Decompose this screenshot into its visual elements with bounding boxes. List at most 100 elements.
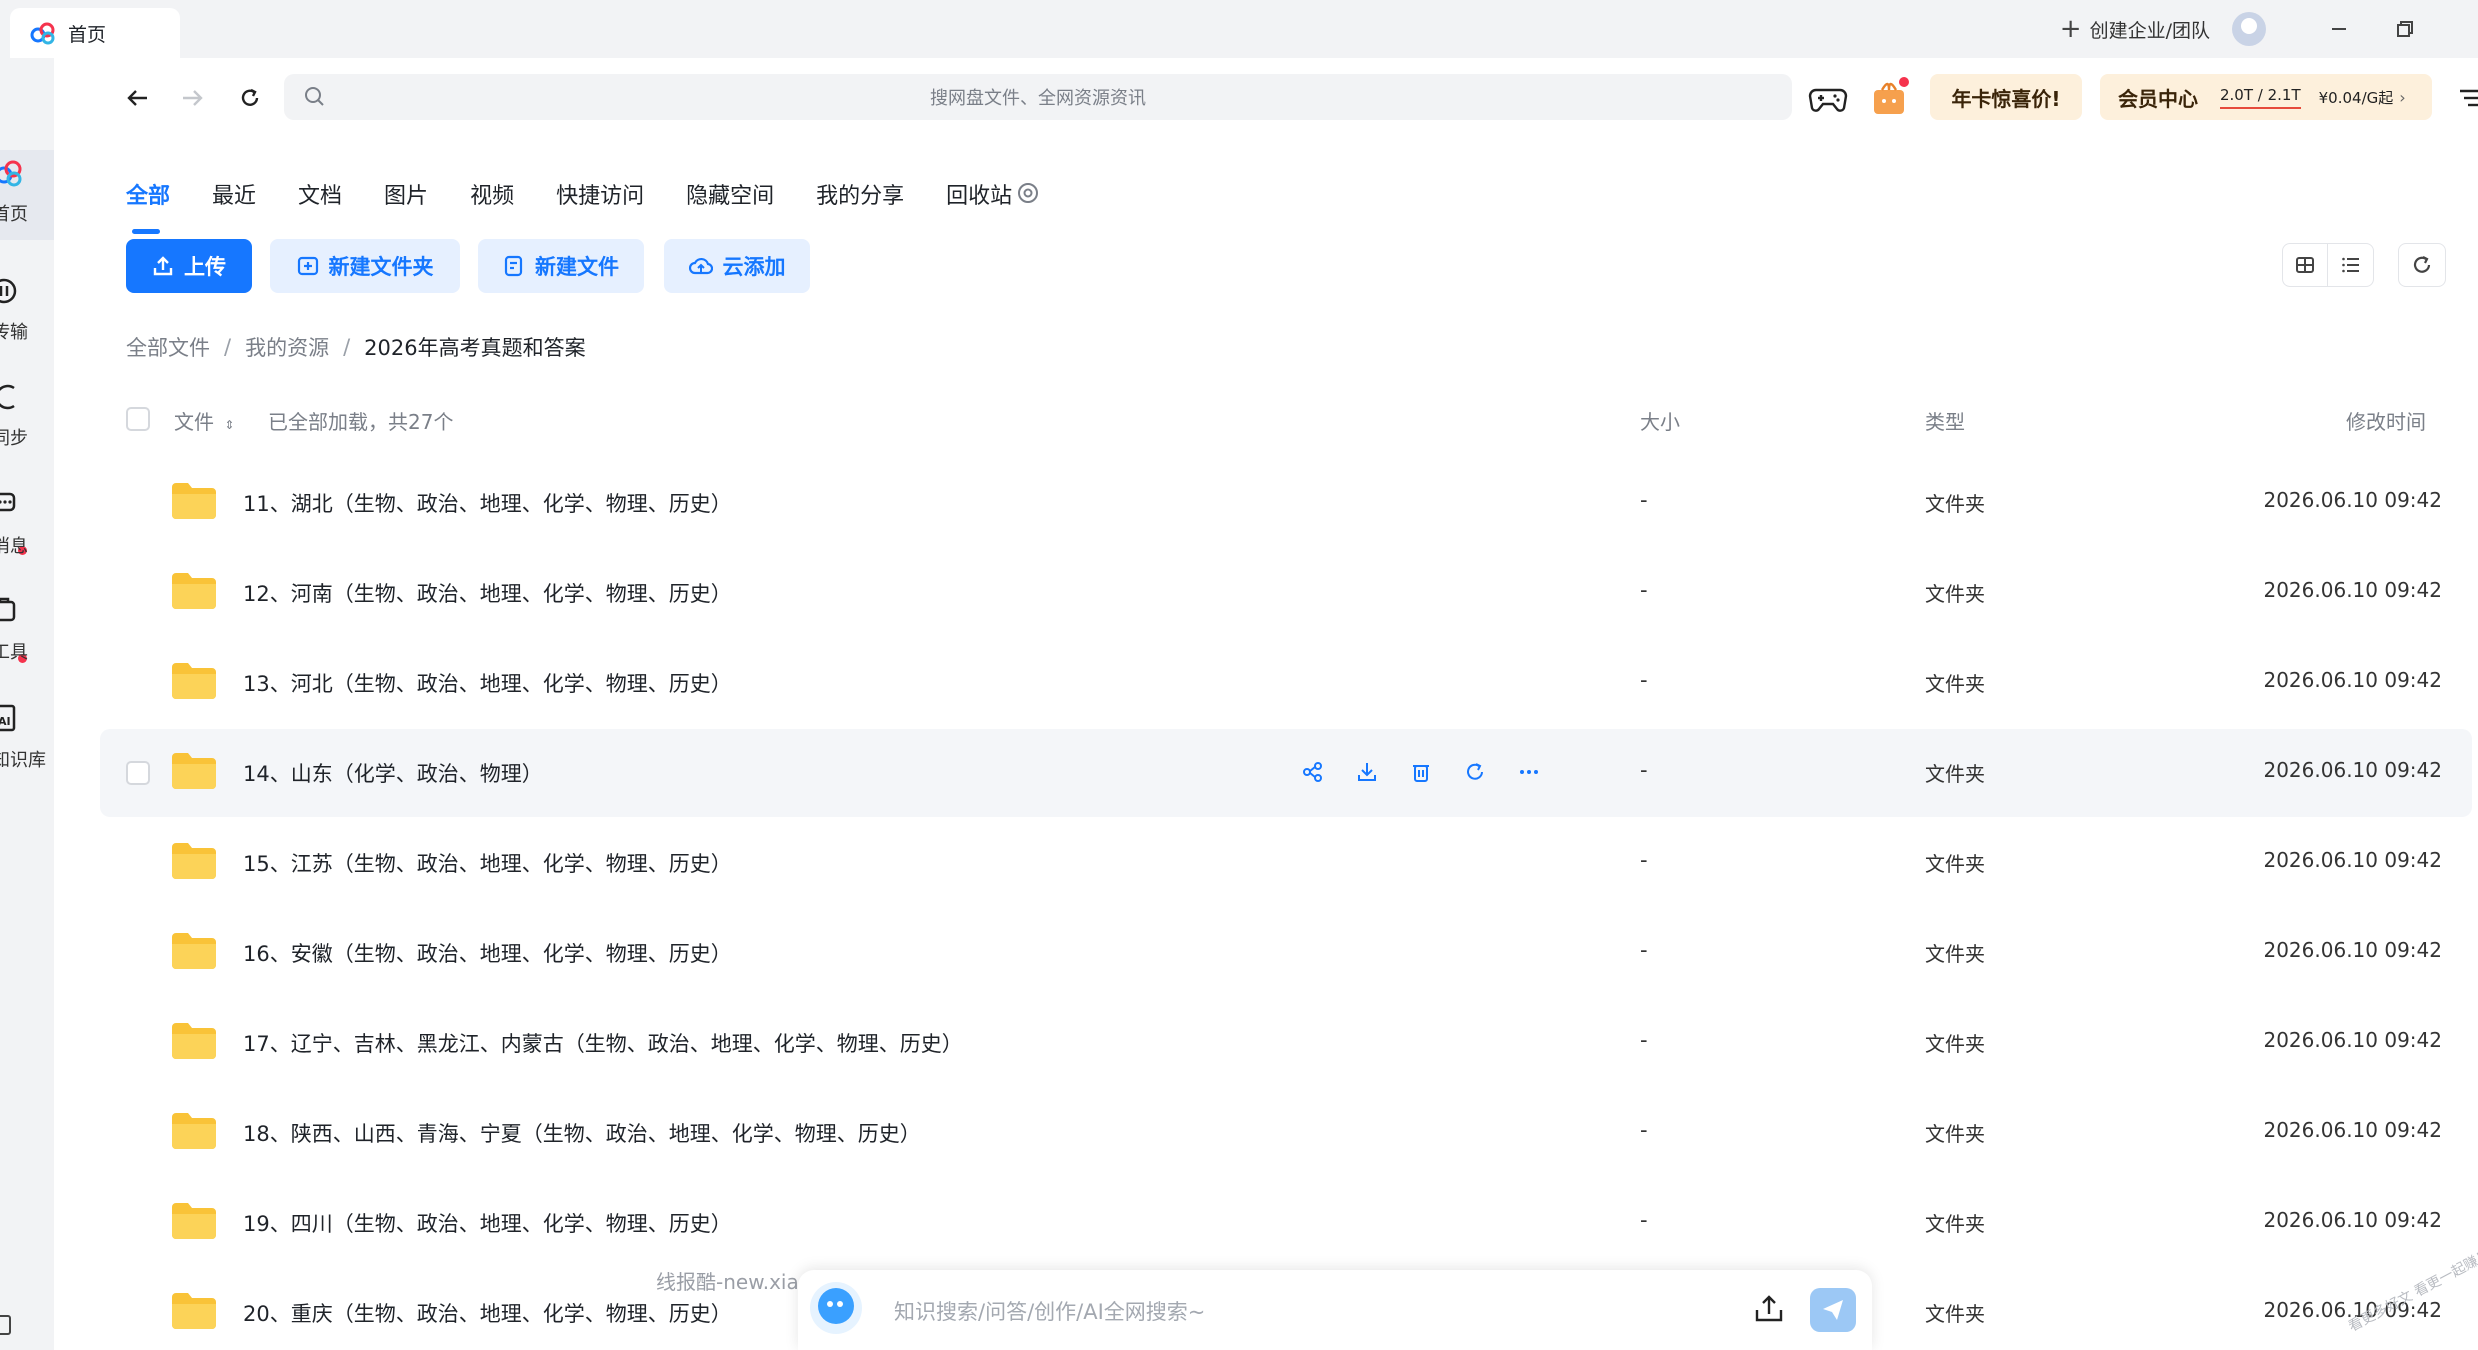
ai-search-bar[interactable]: 知识搜索/问答/创作/AI全网搜索~ (798, 1270, 1872, 1350)
gamepad-icon[interactable] (1808, 80, 1848, 116)
send-icon (1823, 1300, 1843, 1320)
column-modified-time[interactable]: 修改时间 (2346, 406, 2426, 435)
tab-all[interactable]: 全部 (126, 178, 170, 234)
tab-settings-icon[interactable] (1016, 181, 1040, 205)
breadcrumb-root[interactable]: 全部文件 (126, 332, 210, 362)
load-status: 已全部加载，共27个 (268, 410, 454, 434)
share-button[interactable] (1298, 757, 1328, 787)
tab-recent[interactable]: 最近 (212, 178, 256, 222)
sync-button[interactable] (1460, 757, 1490, 787)
file-name[interactable]: 19、四川（生物、政治、地理、化学、物理、历史） (243, 1208, 732, 1238)
forward-button[interactable] (172, 78, 212, 118)
table-row[interactable]: 18、陕西、山西、青海、宁夏（生物、政治、地理、化学、物理、历史） - 文件夹 202… (100, 1089, 2472, 1177)
file-name[interactable]: 16、安徽（生物、政治、地理、化学、物理、历史） (243, 938, 732, 968)
file-modified-time: 2026.06.10 09:42 (2263, 1208, 2442, 1232)
table-row[interactable]: 19、四川（生物、政治、地理、化学、物理、历史） - 文件夹 2026.06.10 0… (100, 1179, 2472, 1267)
folder-icon (172, 1203, 216, 1239)
home-logo-icon (0, 160, 22, 187)
row-actions (1298, 757, 1568, 787)
new-file-label: 新建文件 (535, 255, 619, 279)
file-modified-time: 2026.06.10 09:42 (2263, 488, 2442, 512)
refresh-button[interactable] (2398, 243, 2446, 287)
device-icon[interactable] (0, 1314, 16, 1338)
titlebar-controls: + 创建企业/团队 (2060, 0, 2438, 58)
list-view-button[interactable] (2328, 244, 2373, 286)
tab-home[interactable]: 首页 (10, 8, 180, 58)
sidebar-item-tools[interactable]: 工具 (0, 586, 54, 676)
share-icon (1303, 762, 1322, 782)
title-bar: 首页 + 创建企业/团队 (0, 0, 2478, 58)
new-folder-button[interactable]: 新建文件夹 (270, 239, 460, 293)
reload-button[interactable] (230, 78, 270, 118)
column-type[interactable]: 类型 (1925, 406, 1965, 435)
file-name[interactable]: 18、陕西、山西、青海、宁夏（生物、政治、地理、化学、物理、历史） (243, 1118, 921, 1148)
tab-documents[interactable]: 文档 (298, 178, 342, 222)
vip-center-button[interactable]: 会员中心 2.0T / 2.1T ¥0.04/G起 › (2100, 74, 2432, 120)
file-name[interactable]: 11、湖北（生物、政治、地理、化学、物理、历史） (243, 488, 732, 518)
sidebar-item-sync[interactable]: 同步 (0, 374, 54, 464)
table-row[interactable]: 13、河北（生物、政治、地理、化学、物理、历史） - 文件夹 2026.06.10 0… (100, 639, 2472, 727)
tab-images[interactable]: 图片 (384, 178, 428, 222)
table-row[interactable]: 12、河南（生物、政治、地理、化学、物理、历史） - 文件夹 2026.06.10 0… (100, 549, 2472, 637)
file-name[interactable]: 13、河北（生物、政治、地理、化学、物理、历史） (243, 668, 732, 698)
sidebar-item-label: 工具 (0, 642, 28, 663)
annual-promo-button[interactable]: 年卡惊喜价! (1930, 74, 2082, 120)
file-name[interactable]: 20、重庆（生物、政治、地理、化学、物理、历史） (243, 1298, 732, 1328)
avatar[interactable] (2232, 12, 2266, 46)
tab-my-shares[interactable]: 我的分享 (816, 178, 904, 222)
tab-recycle-bin[interactable]: 回收站 (946, 178, 1012, 222)
reload-icon (241, 88, 259, 106)
search-input[interactable]: 搜网盘文件、全网资源资讯 (284, 74, 1792, 120)
table-row[interactable]: 11、湖北（生物、政治、地理、化学、物理、历史） - 文件夹 2026.06.10 0… (100, 459, 2472, 547)
more-button[interactable] (1514, 757, 1544, 787)
file-name[interactable]: 14、山东（化学、政治、物理） (243, 758, 543, 788)
minimize-button[interactable] (2306, 0, 2372, 58)
table-row[interactable]: 17、辽宁、吉林、黑龙江、内蒙古（生物、政治、地理、化学、物理、历史） - 文件夹 2… (100, 999, 2472, 1087)
view-toggle (2282, 243, 2374, 287)
back-button[interactable] (118, 78, 158, 118)
create-team-label: 创建企业/团队 (2089, 19, 2210, 42)
new-file-button[interactable]: 新建文件 (478, 239, 644, 293)
send-button[interactable] (1810, 1288, 1856, 1332)
sidebar-item-home[interactable]: 首页 (0, 150, 54, 240)
grid-icon (2296, 257, 2314, 273)
column-file[interactable]: 文件 ⇕ (174, 406, 234, 435)
file-type: 文件夹 (1925, 672, 1985, 696)
sidebar-item-ai-library[interactable]: AI 知识库 (0, 694, 54, 784)
tab-videos[interactable]: 视频 (470, 178, 514, 222)
file-type: 文件夹 (1925, 852, 1985, 876)
select-all-checkbox[interactable] (126, 407, 150, 431)
cloud-upload-icon (688, 257, 713, 275)
breadcrumb-my-resources[interactable]: 我的资源 (245, 332, 329, 362)
sidebar-item-label: 首页 (0, 204, 28, 225)
cloud-add-button[interactable]: 云添加 (664, 239, 810, 293)
tab-hidden-space[interactable]: 隐藏空间 (686, 178, 774, 222)
file-name[interactable]: 12、河南（生物、政治、地理、化学、物理、历史） (243, 578, 732, 608)
upload-button[interactable]: 上传 (126, 239, 252, 293)
tab-quick-access[interactable]: 快捷访问 (556, 178, 644, 222)
row-checkbox[interactable] (126, 761, 150, 785)
file-size: - (1640, 1118, 1648, 1142)
folder-icon (172, 483, 216, 519)
file-size: - (1640, 668, 1648, 692)
gift-icon[interactable] (1870, 76, 1910, 118)
restore-button[interactable] (2372, 0, 2438, 58)
menu-icon[interactable] (2458, 86, 2478, 110)
download-button[interactable] (1352, 757, 1382, 787)
delete-button[interactable] (1406, 757, 1436, 787)
table-row[interactable]: 16、安徽（生物、政治、地理、化学、物理、历史） - 文件夹 2026.06.10 0… (100, 909, 2472, 997)
column-size[interactable]: 大小 (1640, 406, 1680, 435)
upload-icon (153, 256, 173, 276)
file-type: 文件夹 (1925, 492, 1985, 516)
file-name[interactable]: 17、辽宁、吉林、黑龙江、内蒙古（生物、政治、地理、化学、物理、历史） (243, 1028, 963, 1058)
create-team-button[interactable]: + 创建企业/团队 (2060, 14, 2210, 44)
grid-view-button[interactable] (2283, 244, 2329, 286)
download-icon (1358, 763, 1376, 781)
attach-upload-icon[interactable] (1752, 1292, 1786, 1326)
more-icon (1520, 770, 1538, 774)
sidebar-item-transfer[interactable]: 传输 (0, 268, 54, 358)
table-row[interactable]: 15、江苏（生物、政治、地理、化学、物理、历史） - 文件夹 2026.06.10 0… (100, 819, 2472, 907)
file-name[interactable]: 15、江苏（生物、政治、地理、化学、物理、历史） (243, 848, 732, 878)
table-row[interactable]: 14、山东（化学、政治、物理） - 文件夹 2026.06.10 09:42 (100, 729, 2472, 817)
sidebar-item-message[interactable]: 消息 (0, 480, 54, 570)
